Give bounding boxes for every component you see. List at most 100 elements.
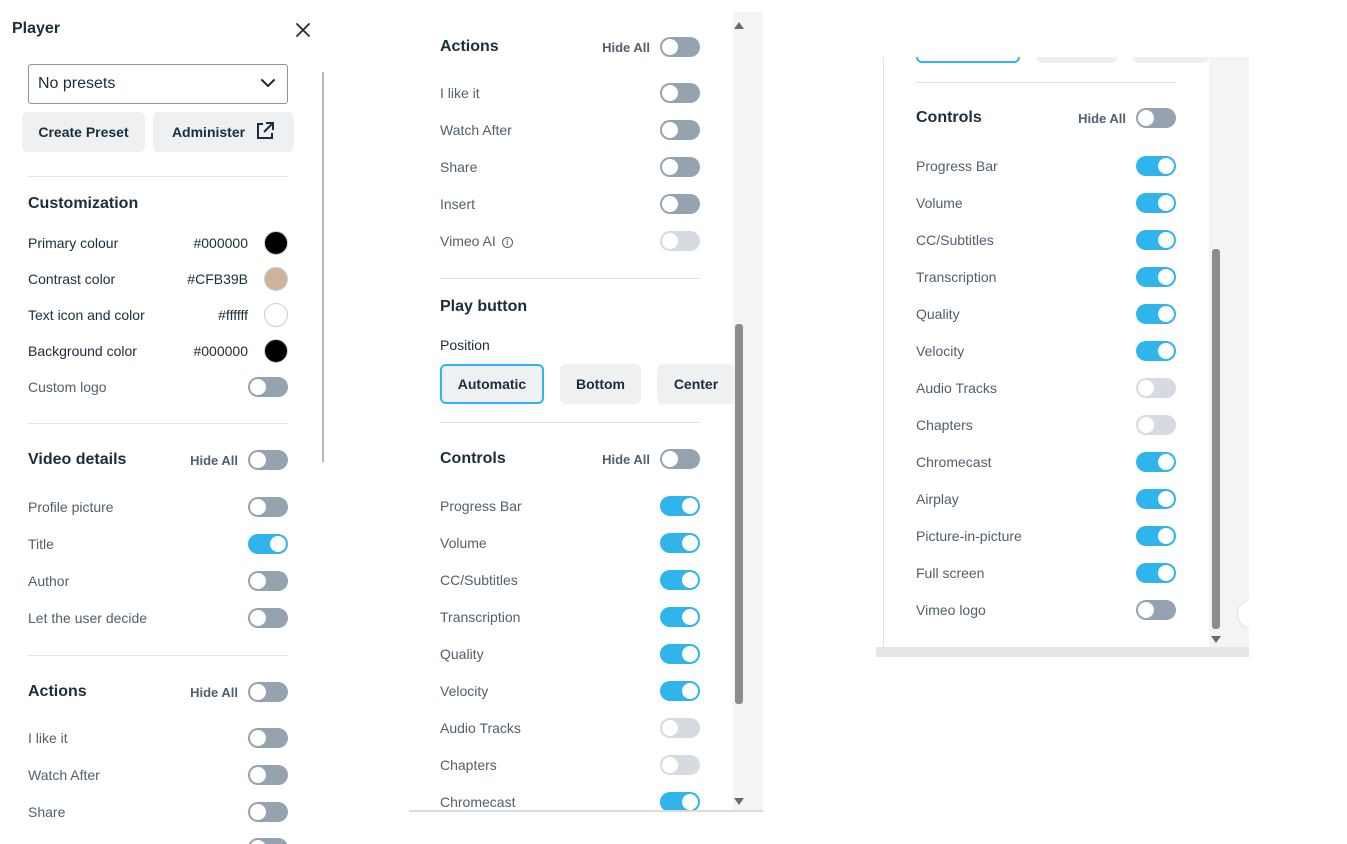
info-icon[interactable]: i	[501, 236, 513, 248]
color-row[interactable]: Contrast color #CFB39B	[28, 267, 288, 291]
color-swatch[interactable]	[264, 231, 288, 255]
toggle[interactable]	[660, 644, 700, 664]
toggle[interactable]	[660, 681, 700, 701]
toggle[interactable]	[1136, 563, 1176, 583]
toggle-label: Vimeo AI	[440, 233, 496, 249]
color-label: Contrast color	[28, 271, 116, 287]
hide-all-toggle[interactable]	[248, 450, 288, 470]
customization-title: Customization	[28, 195, 139, 212]
toggle-label: Velocity	[916, 343, 965, 359]
toggle-row: Vimeo AI i	[440, 229, 700, 253]
administer-button[interactable]: Administer	[153, 112, 294, 152]
toggle-label: Insert	[440, 196, 476, 212]
toggle[interactable]	[660, 718, 700, 738]
toggle[interactable]	[660, 755, 700, 775]
hide-all-toggle[interactable]	[1136, 108, 1176, 128]
actions-title: Actions	[440, 38, 499, 55]
toggle[interactable]	[660, 496, 700, 516]
hide-all-toggle[interactable]	[248, 682, 288, 702]
toggle[interactable]	[1136, 489, 1176, 509]
toggle-label: I like it	[440, 85, 480, 101]
scroll-down-arrow[interactable]	[1211, 636, 1221, 643]
position-bottom-button[interactable]	[1036, 57, 1117, 63]
close-icon[interactable]	[294, 21, 312, 39]
hide-all-toggle[interactable]	[660, 449, 700, 469]
toggle[interactable]	[1136, 526, 1176, 546]
toggle-row: Progress Bar	[440, 494, 700, 518]
toggle-label: Watch After	[28, 767, 100, 783]
toggle[interactable]	[248, 802, 288, 822]
position-automatic-button[interactable]	[916, 57, 1020, 63]
toggle[interactable]	[1136, 452, 1176, 472]
scroll-thumb[interactable]	[1212, 249, 1220, 629]
toggle-row: Title	[28, 532, 288, 556]
toggle[interactable]	[1136, 378, 1176, 398]
preset-select-value: No presets	[38, 75, 116, 92]
toggle[interactable]	[660, 607, 700, 627]
toggle[interactable]	[248, 765, 288, 785]
color-row[interactable]: Text icon and color #ffffff	[28, 303, 288, 327]
toggle[interactable]	[660, 792, 700, 810]
toggle-label: Volume	[916, 195, 963, 211]
toggle[interactable]	[660, 570, 700, 590]
color-swatch[interactable]	[264, 339, 288, 363]
hide-all-label: Hide All	[602, 451, 650, 467]
position-center-button[interactable]: Center	[657, 364, 735, 404]
toggle[interactable]	[248, 534, 288, 554]
divider	[440, 422, 700, 423]
color-hex: #000000	[193, 235, 248, 251]
scroll-up-arrow[interactable]	[734, 22, 744, 29]
hide-all-label: Hide All	[190, 452, 238, 468]
hide-all-toggle[interactable]	[660, 37, 700, 57]
toggle[interactable]	[660, 157, 700, 177]
toggle-label: Transcription	[916, 269, 997, 285]
color-row[interactable]: Background color #000000	[28, 339, 288, 363]
toggle-label: Quality	[916, 306, 960, 322]
toggle[interactable]	[248, 838, 288, 844]
toggle[interactable]	[660, 120, 700, 140]
scrollbar[interactable]	[322, 72, 324, 462]
toggle[interactable]	[1136, 415, 1176, 435]
color-swatch[interactable]	[264, 267, 288, 291]
actions-title: Actions	[28, 683, 87, 700]
toggle-row: Profile picture	[28, 495, 288, 519]
toggle[interactable]	[660, 194, 700, 214]
position-bottom-button[interactable]: Bottom	[560, 364, 641, 404]
toggle[interactable]	[1136, 156, 1176, 176]
preset-select[interactable]: No presets	[28, 64, 288, 104]
toggle[interactable]	[248, 497, 288, 517]
divider	[440, 278, 700, 279]
toggle-row: Chromecast	[916, 450, 1176, 474]
toggle[interactable]	[1136, 230, 1176, 250]
scroll-thumb[interactable]	[735, 324, 743, 704]
position-center-button[interactable]	[1133, 57, 1209, 63]
scroll-down-arrow[interactable]	[734, 798, 744, 805]
custom-logo-toggle[interactable]	[248, 377, 288, 397]
toggle[interactable]	[248, 608, 288, 628]
color-row[interactable]: Primary colour #000000	[28, 231, 288, 255]
toggle-label: Let the user decide	[28, 610, 148, 626]
toggle-row: Quality	[440, 642, 700, 666]
toggle-label: Audio Tracks	[916, 380, 997, 396]
settings-panel-right: Controls Hide All Progress Bar Volume CC…	[876, 57, 1249, 657]
toggle-row: Velocity	[440, 679, 700, 703]
toggle[interactable]	[1136, 193, 1176, 213]
toggle[interactable]	[660, 83, 700, 103]
toggle[interactable]	[1136, 341, 1176, 361]
hide-all-label: Hide All	[1078, 110, 1126, 126]
toggle[interactable]	[660, 533, 700, 553]
toggle-label: Chromecast	[916, 454, 992, 470]
toggle[interactable]	[1136, 600, 1176, 620]
position-automatic-button[interactable]: Automatic	[440, 364, 544, 404]
toggle-label: Profile picture	[28, 499, 114, 515]
section-header: Controls Hide All	[916, 106, 1176, 130]
toggle[interactable]	[1136, 267, 1176, 287]
toggle[interactable]	[1136, 304, 1176, 324]
color-swatch[interactable]	[264, 303, 288, 327]
toggle[interactable]	[248, 571, 288, 591]
toggle-label: Chapters	[916, 417, 973, 433]
toggle-label: CC/Subtitles	[916, 232, 994, 248]
divider	[28, 655, 288, 656]
toggle[interactable]	[248, 728, 288, 748]
create-preset-button[interactable]: Create Preset	[22, 112, 145, 152]
